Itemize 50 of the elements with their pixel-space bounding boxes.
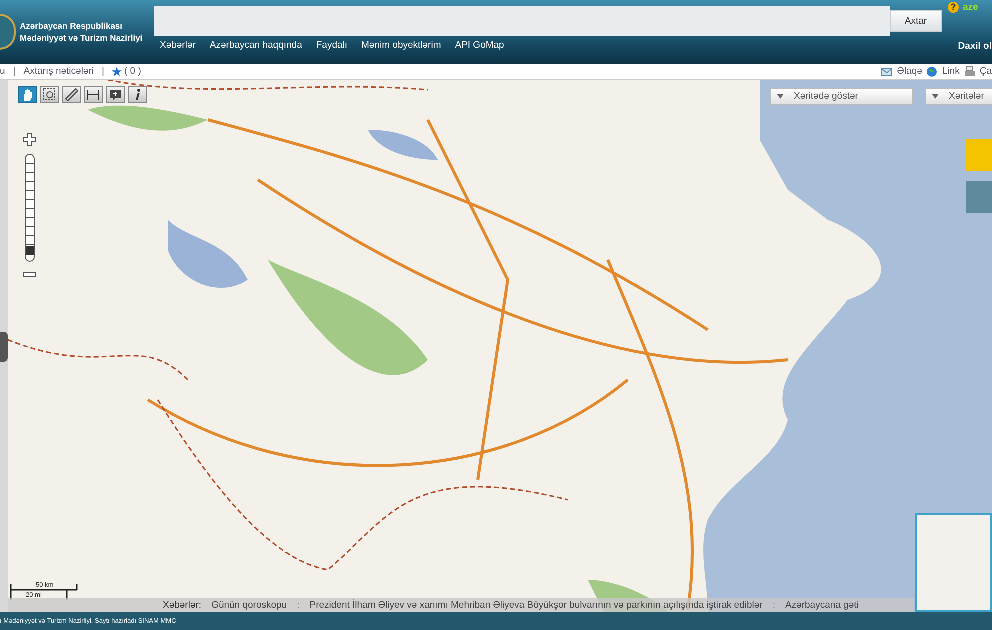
news-link[interactable]: Prezident İlham Əliyev və xanımı Mehriban Əliyeva Böyükşor bulvarının və parkının açılışında iştirak ediblər — [310, 600, 763, 610]
header-link[interactable]: Əlaqə — [897, 66, 922, 77]
breadcrumb-text: u — [0, 66, 6, 77]
map-tool-button[interactable] — [40, 86, 59, 103]
selection-icon — [43, 88, 56, 101]
envelope-icon — [881, 66, 894, 78]
comment-icon — [109, 88, 122, 101]
map-dropdown[interactable]: Xəritələr — [925, 88, 992, 105]
favorites-count[interactable]: ( 0 ) — [124, 66, 142, 77]
map-tool-button[interactable] — [128, 86, 147, 103]
ticker-label: Xəbərlər: — [163, 600, 202, 610]
search-button[interactable]: Axtar — [890, 10, 942, 32]
star-icon[interactable] — [112, 66, 122, 76]
nav-link[interactable]: Mənim obyektlərim — [362, 40, 442, 51]
printer-icon — [964, 66, 976, 78]
separator: | — [102, 66, 104, 77]
collapse-handle[interactable] — [0, 332, 8, 362]
zoom-in-icon[interactable] — [23, 133, 37, 147]
ticker-separator: : — [772, 600, 776, 610]
help-icon[interactable]: ? — [948, 2, 959, 13]
zoom-slider-thumb[interactable] — [26, 246, 34, 256]
globe-icon — [926, 66, 938, 78]
nav-link[interactable]: Faydalı — [316, 40, 348, 51]
map-tool-button[interactable] — [18, 86, 37, 103]
ministry-name: Mədəniyyət və Turizm Nazirliyi — [20, 32, 143, 44]
map-tool-button[interactable] — [84, 86, 103, 103]
measure-icon — [87, 88, 100, 101]
search-field[interactable] — [154, 6, 890, 36]
news-link[interactable]: Azərbaycana gəti — [785, 600, 859, 610]
nav-link[interactable]: Azərbaycan haqqında — [210, 40, 302, 51]
hand-icon — [21, 88, 34, 101]
header-link[interactable]: Link — [942, 66, 960, 77]
login-link[interactable]: Daxil ol — [958, 41, 992, 52]
map-tool-button[interactable] — [106, 86, 125, 103]
ministry-name: Azərbaycan Respublikası — [20, 20, 124, 32]
nav-link[interactable]: Xəbərlər — [160, 40, 196, 51]
zoom-slider[interactable] — [25, 154, 35, 262]
search-results-link[interactable]: Axtarış nəticələri — [24, 66, 94, 77]
news-link[interactable]: Günün qoroskopu — [212, 600, 288, 610]
ticker-separator: : — [297, 600, 300, 610]
map-tool-button[interactable] — [62, 86, 81, 103]
emblem-icon — [0, 14, 16, 50]
nav-link[interactable]: API GoMap — [455, 40, 504, 51]
separator: | — [13, 66, 16, 77]
caret-icon — [777, 94, 784, 99]
overview-map[interactable] — [915, 513, 992, 612]
header-link[interactable]: Ça — [980, 66, 992, 77]
map-dropdown[interactable]: Xəritədə göstər — [770, 88, 913, 105]
ruler-icon — [65, 88, 78, 101]
caret-icon — [932, 94, 939, 99]
